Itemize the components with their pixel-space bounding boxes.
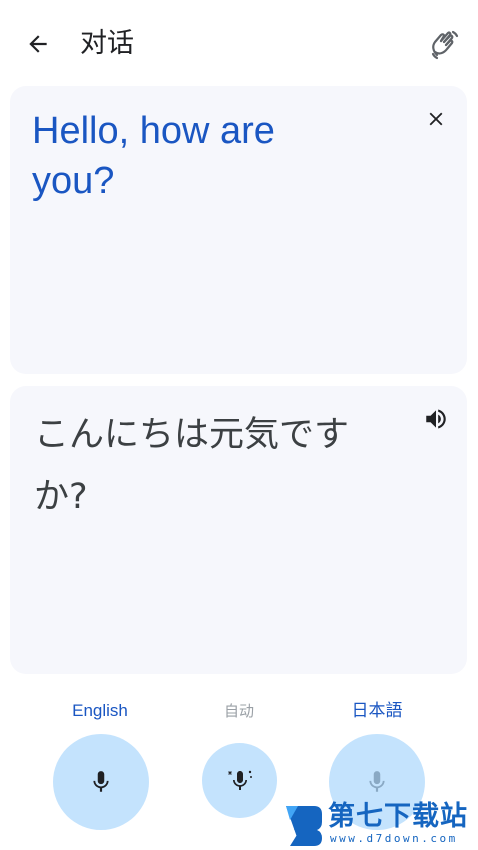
translation-text-card[interactable]: こんにちは元気ですか?: [10, 386, 467, 674]
speak-button[interactable]: [419, 402, 453, 436]
site-watermark: 第七下载站 www.d7down.com: [284, 800, 474, 848]
watermark-site-name: 第七下载站: [328, 801, 468, 832]
close-icon: [429, 112, 443, 126]
back-button[interactable]: [18, 26, 58, 62]
watermark-logo-icon: [286, 806, 322, 846]
clear-button[interactable]: [419, 102, 453, 136]
source-text[interactable]: Hello, how are you?: [32, 106, 332, 206]
waving-hand-button[interactable]: [424, 24, 466, 64]
watermark-site-url: www.d7down.com: [330, 832, 458, 845]
mic-icon: [369, 771, 385, 792]
mic-icon: [93, 771, 109, 792]
top-app-bar: 对话: [0, 0, 478, 86]
waving-hand-icon: [431, 30, 459, 60]
arrow-back-icon: [29, 35, 47, 53]
auto-mic-icon: [227, 770, 252, 790]
language-right-label[interactable]: 日本語: [327, 700, 427, 722]
mic-button-english[interactable]: [53, 734, 149, 830]
mic-button-auto[interactable]: [202, 743, 277, 818]
volume-up-icon: [426, 409, 446, 429]
source-text-card[interactable]: Hello, how are you?: [10, 86, 467, 374]
language-left-label[interactable]: English: [50, 700, 150, 722]
translation-text[interactable]: こんにちは元気ですか?: [34, 404, 394, 528]
language-auto-label[interactable]: 自动: [209, 700, 269, 722]
page-title: 对话: [80, 28, 134, 59]
